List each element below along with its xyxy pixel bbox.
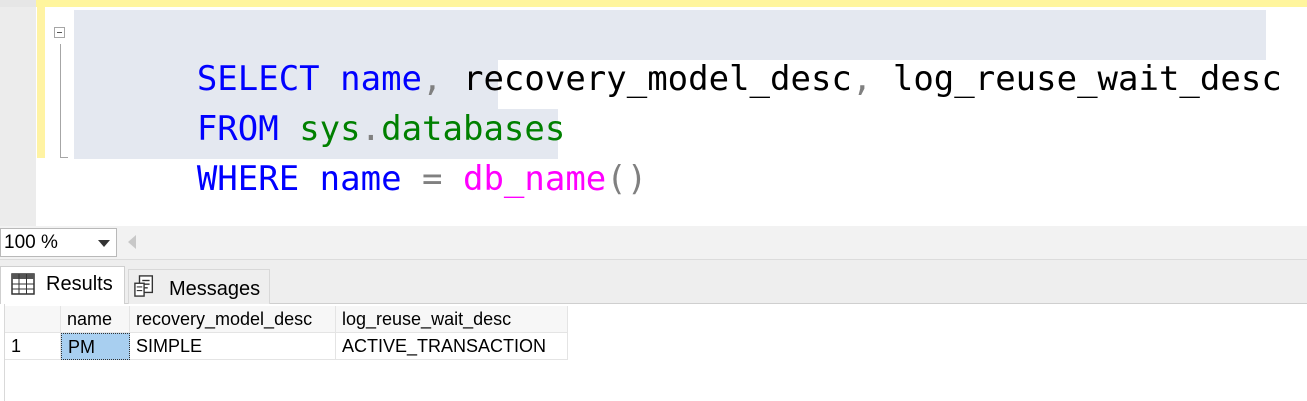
scroll-left-arrow-icon[interactable] bbox=[128, 235, 136, 249]
tab-results[interactable]: Results bbox=[0, 266, 125, 304]
editor-top-margin bbox=[0, 0, 36, 7]
code-token: , bbox=[851, 59, 873, 99]
code-token: () bbox=[606, 159, 648, 199]
code-line-2[interactable]: FROM sys.databases bbox=[74, 60, 566, 149]
code-line-3[interactable]: WHERE name = db_name() bbox=[74, 110, 647, 199]
results-grid-area: name recovery_model_desc log_reuse_wait_… bbox=[0, 304, 1307, 401]
zoom-bar: 100 % bbox=[0, 226, 1307, 260]
zoom-dropdown[interactable]: 100 % bbox=[0, 228, 117, 257]
editor-top-highlight bbox=[36, 0, 1307, 7]
cell-log-reuse-wait-desc[interactable]: ACTIVE_TRANSACTION bbox=[336, 333, 568, 360]
ssms-query-window: SELECT name, recovery_model_desc, log_re… bbox=[0, 0, 1307, 401]
outline-guide bbox=[60, 44, 61, 158]
messages-icon bbox=[134, 275, 154, 297]
outline-guide-end bbox=[60, 157, 68, 158]
column-header-name[interactable]: name bbox=[61, 306, 130, 333]
row-number-header[interactable] bbox=[5, 306, 61, 333]
grid-icon bbox=[11, 273, 35, 295]
code-token: name bbox=[299, 159, 402, 199]
column-header-log-reuse-wait-desc[interactable]: log_reuse_wait_desc bbox=[336, 306, 568, 333]
cell-recovery-model-desc[interactable]: SIMPLE bbox=[130, 333, 336, 360]
code-line-1[interactable]: SELECT name, recovery_model_desc, log_re… bbox=[74, 10, 1282, 99]
chevron-down-icon[interactable] bbox=[98, 240, 110, 247]
cell-name[interactable]: PM bbox=[61, 333, 130, 360]
tab-results-label: Results bbox=[46, 273, 113, 295]
tab-messages[interactable]: Messages bbox=[128, 269, 270, 304]
editor-gutter bbox=[0, 7, 36, 226]
row-number[interactable]: 1 bbox=[5, 333, 61, 360]
column-header-recovery-model-desc[interactable]: recovery_model_desc bbox=[130, 306, 336, 333]
collapse-toggle-icon[interactable] bbox=[54, 27, 65, 38]
tab-messages-label: Messages bbox=[169, 278, 261, 300]
code-token: log_reuse_wait_desc bbox=[872, 59, 1282, 99]
results-tab-strip: Results Messages bbox=[0, 260, 1307, 304]
query-editor[interactable]: SELECT name, recovery_model_desc, log_re… bbox=[0, 0, 1307, 226]
code-token: db_name bbox=[442, 159, 607, 199]
change-tracking-bar bbox=[37, 7, 45, 158]
code-token: = bbox=[401, 159, 443, 199]
zoom-value: 100 % bbox=[4, 232, 58, 253]
code-token: WHERE bbox=[196, 159, 300, 199]
